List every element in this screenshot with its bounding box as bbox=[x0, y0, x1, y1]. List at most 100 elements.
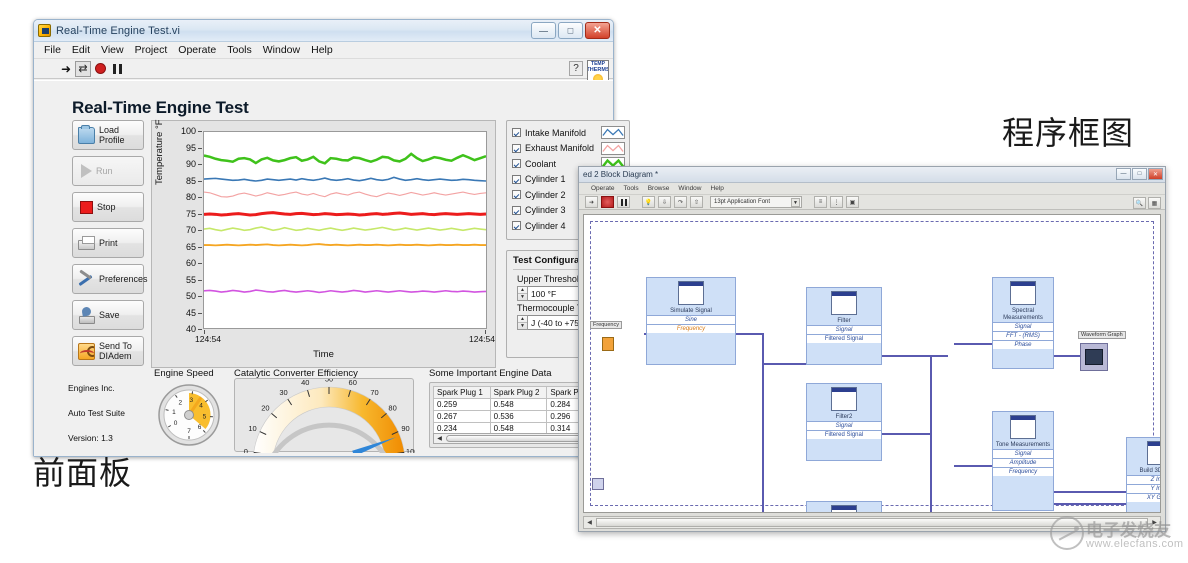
frequency-terminal[interactable] bbox=[602, 337, 614, 351]
print-label: Print bbox=[99, 238, 118, 248]
bd-maximize-button[interactable]: □ bbox=[1132, 168, 1147, 180]
menu-item-help[interactable]: Help bbox=[311, 44, 333, 56]
load-profile-button[interactable]: Load Profile bbox=[72, 120, 144, 150]
bd-font-selector[interactable]: 13pt Application Font ▼ bbox=[710, 196, 802, 208]
watermark-url: www.elecfans.com bbox=[1086, 538, 1184, 550]
bd-menu-tools[interactable]: Tools bbox=[624, 185, 639, 192]
scroll-left-icon[interactable]: ◀ bbox=[434, 435, 445, 442]
legend-checkbox[interactable] bbox=[512, 159, 521, 168]
temperature-chart[interactable]: Temperature °F 4045505560657075808590951… bbox=[151, 120, 496, 368]
legend-checkbox[interactable] bbox=[512, 190, 521, 199]
legend-checkbox[interactable] bbox=[512, 175, 521, 184]
menu-item-operate[interactable]: Operate bbox=[178, 44, 216, 56]
filter2-term-filtered: Filtered Signal bbox=[807, 430, 881, 439]
stepper-down-icon[interactable]: ▼ bbox=[518, 294, 527, 300]
run-button[interactable]: Run bbox=[72, 156, 144, 186]
bd-search-icon[interactable]: 🔍 bbox=[1133, 197, 1146, 209]
bd-minimize-button[interactable]: — bbox=[1116, 168, 1131, 180]
context-help-icon[interactable]: ? bbox=[569, 61, 583, 76]
bd-toolbar: ➜ 💡 ⇩ ↷ ⇧ 13pt Application Font ▼ ≡ ⋮ ▣ … bbox=[579, 195, 1165, 210]
watermark: 电子发烧友 www.elecfans.com bbox=[1050, 512, 1188, 558]
legend-checkbox[interactable] bbox=[512, 128, 521, 137]
waveform-graph-indicator[interactable] bbox=[1080, 343, 1108, 371]
node-tone-measurements[interactable]: Tone Measurements Signal Amplitude Frequ… bbox=[992, 411, 1054, 511]
catalytic-converter-gauge[interactable]: 0102030405060708090100 bbox=[234, 378, 414, 452]
filter-title: Filter bbox=[807, 318, 881, 325]
bd-menu-browse[interactable]: Browse bbox=[648, 185, 670, 192]
bd-step-out-icon[interactable]: ⇧ bbox=[690, 196, 703, 208]
diadem-line1: Send To bbox=[99, 341, 132, 351]
minimize-icon: — bbox=[539, 26, 548, 35]
menu-item-file[interactable]: File bbox=[44, 44, 61, 56]
toolbar: ➜ ⇄ ? TEMP THERMS bbox=[34, 59, 613, 79]
stepper-up-icon[interactable]: ▲ bbox=[518, 287, 527, 294]
send-to-diadem-button[interactable]: Send To DIAdem bbox=[72, 336, 144, 366]
bd-scroll-left-icon[interactable]: ◀ bbox=[584, 519, 595, 526]
annotation-front-panel: 前面板 bbox=[33, 448, 132, 494]
block-diagram-canvas[interactable]: Frequency Simulate Signal Sine Frequency… bbox=[583, 214, 1161, 513]
bd-distribute-icon[interactable]: ⋮ bbox=[830, 196, 843, 208]
maximize-button[interactable]: □ bbox=[558, 22, 583, 39]
wire-filter2-out bbox=[882, 433, 932, 435]
block-diagram-run-indicator[interactable] bbox=[592, 478, 604, 490]
simulate-signal-term-frequency: Frequency bbox=[647, 324, 735, 333]
wire-to-filter2 bbox=[762, 363, 806, 365]
bd-step-into-icon[interactable]: ⇩ bbox=[658, 196, 671, 208]
y-tick-mark bbox=[198, 230, 202, 231]
bd-pause-icon[interactable] bbox=[617, 196, 630, 208]
stepper-up-icon-2[interactable]: ▲ bbox=[518, 316, 527, 323]
chart-plot-area[interactable] bbox=[203, 131, 487, 329]
preferences-button[interactable]: Preferences bbox=[72, 264, 144, 294]
menu-item-view[interactable]: View bbox=[101, 44, 124, 56]
bd-menu-help[interactable]: Help bbox=[711, 185, 724, 192]
node-spectral-measurements[interactable]: Spectral Measurements Signal FFT - (RMS)… bbox=[992, 277, 1054, 369]
bd-menu-operate[interactable]: Operate bbox=[591, 185, 615, 192]
run-arrow-icon[interactable]: ➜ bbox=[58, 61, 74, 77]
menu-item-tools[interactable]: Tools bbox=[227, 44, 252, 56]
legend-row-0[interactable]: Intake Manifold bbox=[512, 125, 625, 141]
menu-item-project[interactable]: Project bbox=[135, 44, 168, 56]
legend-checkbox[interactable] bbox=[512, 206, 521, 215]
close-button[interactable]: ✕ bbox=[585, 22, 610, 39]
bd-run-icon[interactable]: ➜ bbox=[585, 196, 598, 208]
legend-plot-style-swatch[interactable] bbox=[601, 126, 625, 139]
bd-highlight-icon[interactable]: 💡 bbox=[642, 196, 655, 208]
spectral-term-fft: FFT - (RMS) bbox=[993, 331, 1053, 340]
minimize-button[interactable]: — bbox=[531, 22, 556, 39]
abort-execution-icon[interactable] bbox=[92, 61, 108, 77]
legend-checkbox[interactable] bbox=[512, 144, 521, 153]
engine-speed-gauge[interactable]: 01234567 bbox=[158, 384, 220, 446]
block-diagram-titlebar[interactable]: ed 2 Block Diagram * — □ ✕ bbox=[579, 167, 1165, 183]
y-tick-mark bbox=[198, 329, 202, 330]
stepper-down-icon-2[interactable]: ▼ bbox=[518, 323, 527, 329]
bd-reorder-icon[interactable]: ▣ bbox=[846, 196, 859, 208]
upper-threshold-stepper[interactable]: ▲▼ bbox=[517, 286, 528, 301]
gauge-tick-label: 1 bbox=[172, 409, 176, 416]
save-button[interactable]: Save bbox=[72, 300, 144, 330]
node-build-3d-graph[interactable]: Build 3D Graph Z Input Y Input XY Graph bbox=[1126, 437, 1161, 513]
run-continuously-icon[interactable]: ⇄ bbox=[75, 61, 91, 77]
bd-step-over-icon[interactable]: ↷ bbox=[674, 196, 687, 208]
bd-close-button[interactable]: ✕ bbox=[1148, 168, 1163, 180]
bd-abort-icon[interactable] bbox=[601, 196, 614, 208]
action-button-column: Load Profile Run Stop Print Preferences … bbox=[72, 120, 144, 372]
legend-row-1[interactable]: Exhaust Manifold bbox=[512, 141, 625, 157]
chevron-down-icon[interactable]: ▼ bbox=[791, 198, 800, 207]
thermocouple-stepper[interactable]: ▲▼ bbox=[517, 315, 528, 330]
cat-gauge-tick-label: 40 bbox=[301, 379, 309, 387]
front-panel-titlebar[interactable]: Real-Time Engine Test.vi — □ ✕ bbox=[34, 20, 613, 42]
bd-align-icon[interactable]: ≡ bbox=[814, 196, 827, 208]
node-filter[interactable]: Filter Signal Filtered Signal bbox=[806, 287, 882, 365]
legend-checkbox[interactable] bbox=[512, 221, 521, 230]
node-simulate-signal[interactable]: Simulate Signal Sine Frequency bbox=[646, 277, 736, 365]
legend-plot-style-swatch[interactable] bbox=[601, 142, 625, 155]
bd-menu-window[interactable]: Window bbox=[678, 185, 701, 192]
menu-item-window[interactable]: Window bbox=[263, 44, 300, 56]
menu-item-edit[interactable]: Edit bbox=[72, 44, 90, 56]
bd-palette-icon[interactable]: ▦ bbox=[1148, 197, 1161, 209]
node-filter3[interactable]: Filter3 Signal Filtered Signal bbox=[806, 501, 882, 513]
stop-button[interactable]: Stop bbox=[72, 192, 144, 222]
pause-icon[interactable] bbox=[109, 61, 125, 77]
node-filter2[interactable]: Filter2 Signal Filtered Signal bbox=[806, 383, 882, 461]
print-button[interactable]: Print bbox=[72, 228, 144, 258]
